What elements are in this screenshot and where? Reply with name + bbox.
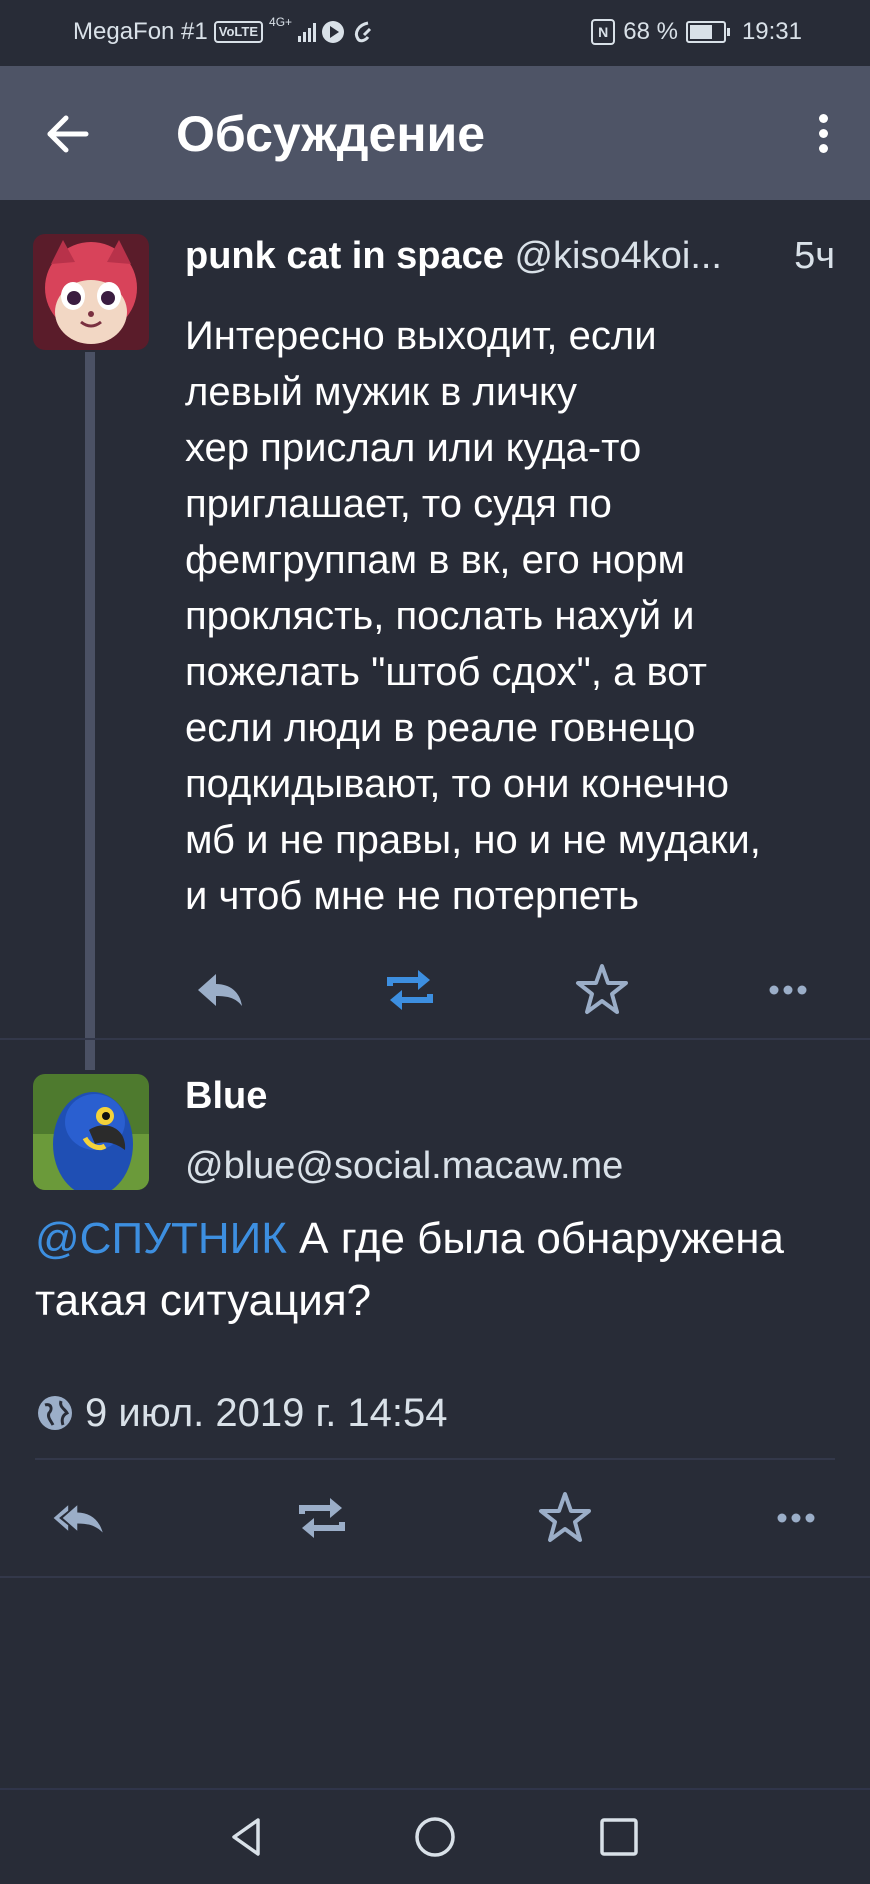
status-meta: 9 июл. 2019 г. 14:54 (35, 1385, 448, 1441)
carrier-name: MegaFon #1 (73, 18, 208, 45)
status-actions (0, 960, 870, 1020)
account-handle: @kiso4koi... (514, 235, 722, 277)
status-author[interactable]: punk cat in space @kiso4koi... (185, 232, 835, 280)
play-notification-icon (322, 21, 345, 43)
status-content: @СПУТНИК А где была обнаружена такая сит… (35, 1208, 835, 1332)
display-name: punk cat in space (185, 235, 504, 277)
battery-percent: 68 % (623, 18, 678, 45)
mention-link[interactable]: @СПУТНИК (35, 1214, 287, 1263)
avatar[interactable] (33, 234, 149, 350)
boost-icon[interactable] (292, 1488, 352, 1548)
nav-recents-icon[interactable] (594, 1812, 644, 1862)
status-bar: MegaFon #1 VoLTE 4G+ N 68 % 19:31 (0, 0, 870, 66)
favourite-star-icon[interactable] (535, 1488, 595, 1548)
boost-icon[interactable] (380, 960, 440, 1020)
battery-icon (685, 21, 730, 43)
display-name[interactable]: Blue (185, 1072, 267, 1120)
divider (35, 1458, 835, 1460)
nfc-icon: N (591, 19, 616, 45)
signal-icon (298, 22, 317, 42)
more-options-icon[interactable] (758, 960, 818, 1020)
network-type: 4G+ (269, 15, 293, 29)
reply-all-icon[interactable] (50, 1488, 110, 1548)
back-arrow-icon[interactable] (40, 106, 96, 162)
status-content: Интересно выходит, если левый мужик в ли… (185, 314, 761, 918)
clock: 19:31 (741, 18, 802, 45)
app-screen: MegaFon #1 VoLTE 4G+ N 68 % 19:31 Обсужд… (0, 0, 870, 1884)
overflow-menu-icon[interactable] (808, 108, 838, 164)
volte-indicator: VoLTE (213, 21, 264, 43)
favourite-star-icon[interactable] (572, 960, 632, 1020)
timestamp[interactable]: 9 июл. 2019 г. 14:54 (85, 1385, 448, 1441)
relative-time: 5ч (784, 232, 835, 280)
more-options-icon[interactable] (766, 1488, 826, 1548)
status-bar-left: MegaFon #1 VoLTE 4G+ (73, 15, 376, 46)
page-title: Обсуждение (176, 106, 486, 162)
nav-home-icon[interactable] (410, 1812, 460, 1862)
system-nav-bar (0, 1788, 870, 1884)
avatar[interactable] (33, 1074, 149, 1190)
divider (0, 1576, 870, 1578)
status-bar-right: N 68 % 19:31 (591, 18, 802, 46)
globe-icon (38, 1396, 72, 1430)
account-handle[interactable]: @blue@social.macaw.me (185, 1142, 623, 1190)
status-actions (0, 1488, 870, 1554)
reply-icon[interactable] (190, 960, 250, 1020)
divider (0, 1038, 870, 1040)
app-bar: Обсуждение (0, 66, 870, 200)
notification-icon (355, 21, 372, 43)
nav-back-icon[interactable] (222, 1812, 272, 1862)
